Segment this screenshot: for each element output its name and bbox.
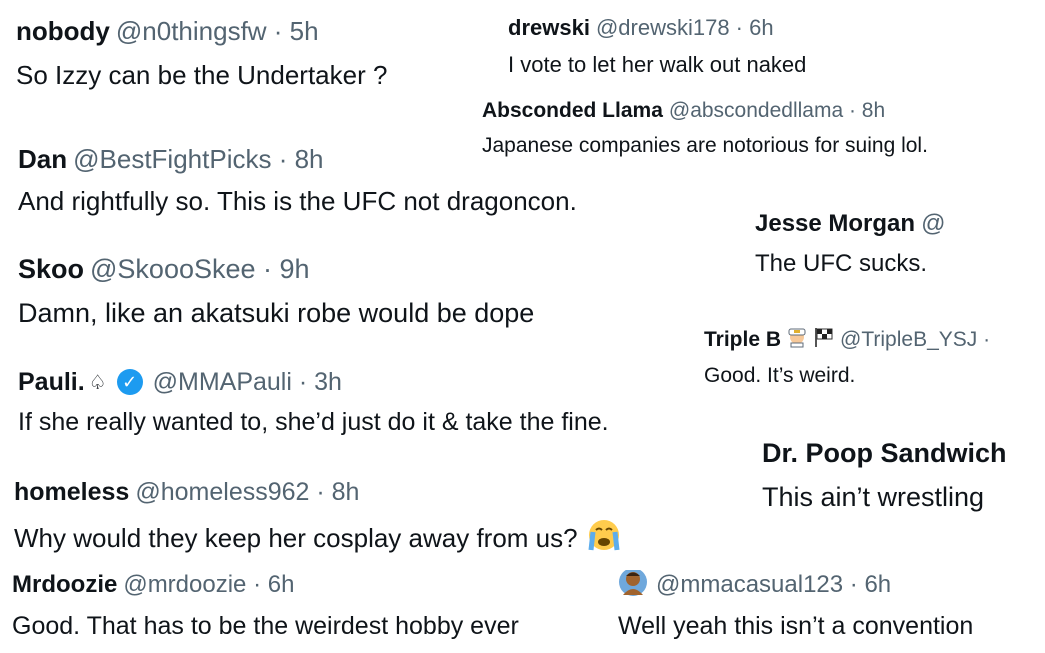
pilot-emoji-icon	[786, 326, 808, 354]
tweet-text: Damn, like an akatsuki robe would be dop…	[18, 298, 535, 328]
tweet-text: I vote to let her walk out naked	[508, 52, 807, 77]
spade-icon: ♤	[88, 371, 107, 394]
tweet-text: If she really wanted to, she’d just do i…	[18, 408, 609, 436]
author-handle-time[interactable]: @TripleB_YSJ ·	[840, 328, 990, 352]
author-handle-time[interactable]: @BestFightPicks · 8h	[73, 144, 323, 175]
tweet-text: Good. That has to be the weirdest hobby …	[12, 612, 519, 640]
author-handle-time[interactable]: @MMAPauli · 3h	[153, 368, 342, 397]
tweet-text: Why would they keep her cosplay away fro…	[14, 523, 578, 553]
tweet-pauli[interactable]: Pauli. ♤ ✓ @MMAPauli · 3h If she really …	[18, 366, 609, 437]
tweet-text: And rightfully so. This is the UFC not d…	[18, 186, 577, 216]
author-handle-time[interactable]: @homeless962 · 8h	[135, 478, 359, 507]
author-name[interactable]: Dan	[18, 144, 67, 175]
author-handle-time[interactable]: @	[921, 210, 945, 238]
tweet-dr-poop-sandwich[interactable]: Dr. Poop Sandwich This ain’t wrestling	[762, 436, 1007, 513]
tweet-dan[interactable]: Dan @BestFightPicks · 8h And rightfully …	[18, 142, 577, 217]
tweet-nobody[interactable]: nobody @n0thingsfw · 5h So Izzy can be t…	[16, 14, 387, 91]
author-name[interactable]: nobody	[16, 16, 110, 47]
crying-face-emoji-icon	[586, 518, 622, 559]
author-handle-time[interactable]: @abscondedllama · 8h	[669, 99, 885, 123]
tweet-mrdoozie[interactable]: Mrdoozie @mrdoozie · 6h Good. That has t…	[12, 570, 519, 641]
tweet-drewski[interactable]: drewski @drewski178 · 6h I vote to let h…	[508, 14, 806, 78]
author-name[interactable]: drewski	[508, 15, 590, 41]
checkered-flag-icon	[813, 326, 835, 354]
author-handle-time[interactable]: @drewski178 · 6h	[596, 15, 774, 41]
author-name[interactable]: Skoo	[18, 254, 84, 285]
author-handle-time[interactable]: @mmacasual123 · 6h	[656, 571, 891, 599]
author-name[interactable]: Triple B	[704, 328, 781, 352]
author-name[interactable]: Dr. Poop Sandwich	[762, 438, 1007, 469]
person-avatar-icon[interactable]	[618, 570, 648, 604]
verified-badge-icon: ✓	[116, 369, 143, 395]
author-name[interactable]: Pauli.	[18, 368, 85, 397]
tweet-text: This ain’t wrestling	[762, 482, 985, 512]
tweet-text: Well yeah this isn’t a convention	[618, 612, 974, 640]
author-handle-time[interactable]: @n0thingsfw · 5h	[116, 16, 319, 47]
tweet-skoo[interactable]: Skoo @SkoooSkee · 9h Damn, like an akats…	[18, 252, 534, 329]
author-name[interactable]: Mrdoozie	[12, 571, 117, 599]
author-name[interactable]: Jesse Morgan	[755, 210, 915, 238]
tweet-homeless[interactable]: homeless @homeless962 · 8h Why would the…	[14, 476, 622, 559]
author-handle-time[interactable]: @mrdoozie · 6h	[123, 571, 294, 599]
tweet-mmacasual[interactable]: @mmacasual123 · 6h Well yeah this isn’t …	[618, 570, 973, 641]
tweet-text: Good. It’s weird.	[704, 364, 856, 387]
tweet-triple-b[interactable]: Triple B @TripleB_YSJ · Good. It’s weird…	[704, 326, 1040, 388]
author-name[interactable]: homeless	[14, 478, 129, 507]
tweet-text: So Izzy can be the Undertaker ?	[16, 60, 388, 90]
author-name[interactable]: Absconded Llama	[482, 99, 663, 123]
tweet-jesse-morgan[interactable]: Jesse Morgan @ The UFC sucks.	[755, 208, 983, 278]
tweet-text: The UFC sucks.	[755, 250, 928, 277]
author-handle-time[interactable]: @SkoooSkee · 9h	[90, 254, 310, 285]
